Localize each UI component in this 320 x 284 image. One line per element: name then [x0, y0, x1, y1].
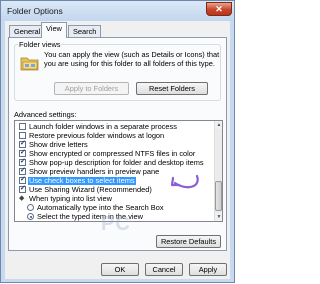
checkbox[interactable]	[19, 185, 26, 193]
advanced-settings-label: Advanced settings:	[14, 110, 77, 119]
scroll-down-icon[interactable]: ▼	[215, 213, 222, 221]
settings-row-label: Automatically type into the Search Box	[37, 203, 164, 212]
folder-views-legend: Folder views	[18, 40, 62, 49]
apply-to-folders-button[interactable]: Apply to Folders	[54, 82, 129, 95]
settings-row-label: Use check boxes to select items	[28, 176, 136, 185]
checkbox[interactable]	[19, 123, 26, 130]
checkbox[interactable]	[19, 176, 26, 184]
checkbox[interactable]	[19, 140, 26, 148]
watermark-logo: PC	[101, 213, 131, 235]
close-button[interactable]: ✕	[206, 2, 232, 16]
checkbox[interactable]	[19, 167, 26, 175]
tab-general[interactable]: General	[9, 25, 46, 37]
close-icon: ✕	[215, 4, 223, 14]
scroll-thumb[interactable]	[215, 181, 222, 211]
group-pointer-icon: ◆	[19, 195, 25, 202]
title-bar[interactable]: Folder Options ✕	[1, 1, 234, 21]
cancel-button[interactable]: Cancel	[145, 263, 183, 276]
reset-folders-button[interactable]: Reset Folders	[136, 82, 208, 95]
settings-row-label: Launch folder windows in a separate proc…	[29, 122, 177, 131]
settings-row-label: Show drive letters	[29, 140, 88, 149]
folder-views-description: You can apply the view (such as Details …	[44, 50, 220, 68]
tab-search[interactable]: Search	[68, 25, 102, 37]
scroll-up-icon[interactable]: ▲	[215, 121, 222, 129]
settings-row-label: When typing into list view	[29, 194, 112, 203]
settings-row-label: Show encrypted or compressed NTFS files …	[29, 149, 196, 158]
window-title: Folder Options	[7, 6, 63, 16]
view-tab-panel: Folder views You can apply the view (suc…	[8, 37, 227, 251]
tab-view[interactable]: View	[41, 22, 67, 38]
radio-button[interactable]	[27, 204, 34, 211]
dialog-client: General View Search Folder views You can…	[5, 21, 230, 279]
apply-button[interactable]: Apply	[189, 263, 227, 276]
checkbox[interactable]	[19, 158, 26, 166]
folder-options-window: Folder Options ✕ General View Search Fol…	[0, 0, 235, 283]
advanced-settings-scrollbar[interactable]: ▲ ▼	[214, 121, 222, 221]
folder-icon	[20, 57, 39, 71]
settings-row-label: Use Sharing Wizard (Recommended)	[29, 185, 152, 194]
settings-row-label: Show pop-up description for folder and d…	[29, 158, 204, 167]
restore-defaults-button[interactable]: Restore Defaults	[156, 235, 221, 248]
checkbox[interactable]	[19, 149, 26, 157]
advanced-settings-list[interactable]: Launch folder windows in a separate proc…	[14, 120, 223, 222]
radio-button[interactable]	[27, 213, 34, 220]
folder-views-group: Folder views You can apply the view (suc…	[14, 40, 221, 101]
settings-row-label: Restore previous folder windows at logon	[29, 131, 165, 140]
ok-button[interactable]: OK	[101, 263, 139, 276]
settings-row-label: Show preview handlers in preview pane	[29, 167, 160, 176]
checkbox[interactable]	[19, 132, 26, 139]
